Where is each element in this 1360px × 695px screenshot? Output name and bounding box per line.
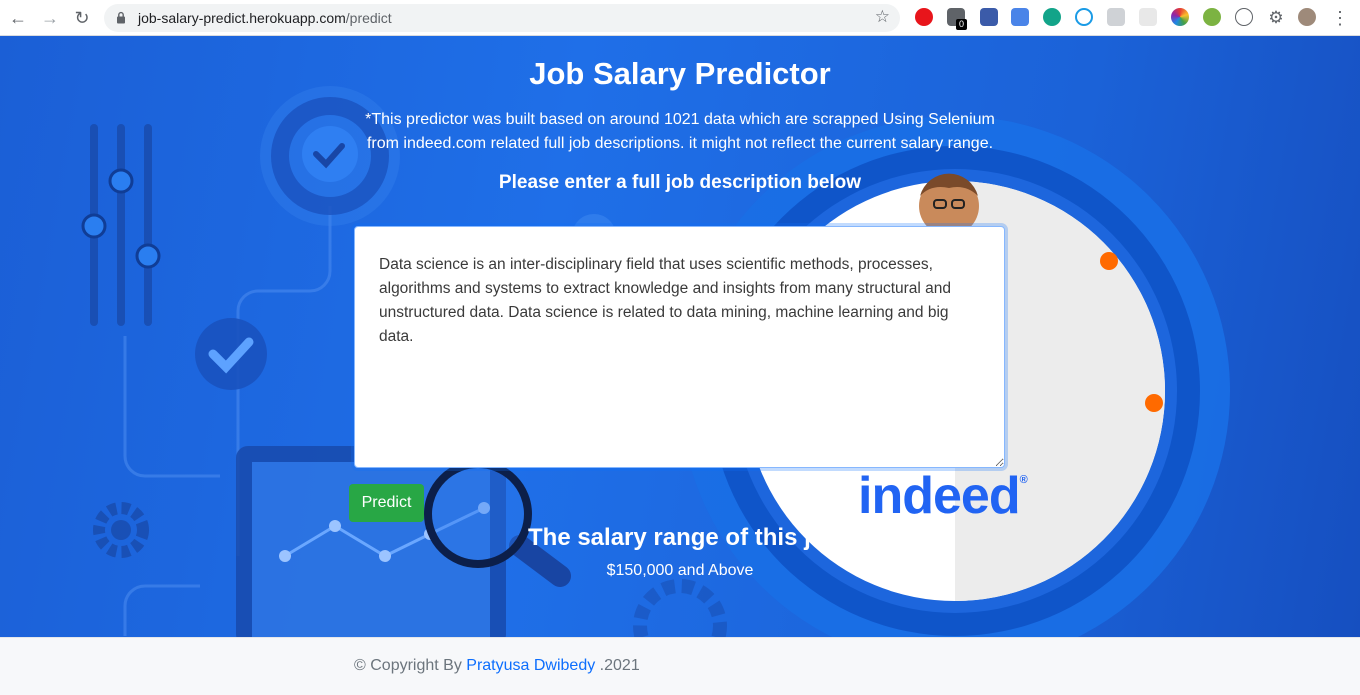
- job-description-input[interactable]: Data science is an inter-disciplinary fi…: [354, 226, 1005, 468]
- hero-section: Job Salary Predictor *This predictor was…: [0, 36, 1360, 637]
- infinity-extension-icon[interactable]: [1075, 8, 1093, 26]
- predict-button[interactable]: Predict: [349, 484, 424, 522]
- page-title: Job Salary Predictor: [529, 56, 831, 91]
- opera-extension-icon[interactable]: [915, 8, 933, 26]
- copyright-text: © Copyright By Pratyusa Dwibedy .2021: [354, 657, 640, 675]
- subtitle-line-1: *This predictor was built based on aroun…: [365, 111, 995, 128]
- author-link[interactable]: Pratyusa Dwibedy: [466, 657, 595, 674]
- puzzle-extensions-icon[interactable]: ⚙: [1264, 6, 1288, 30]
- grid-extension-icon[interactable]: [1139, 8, 1157, 26]
- footer: © Copyright By Pratyusa Dwibedy .2021: [0, 637, 1360, 695]
- subtitle-line-2: from indeed.com related full job descrip…: [366, 135, 994, 152]
- result-heading: The salary range of this j: [528, 524, 811, 551]
- indeed-logo: indeed®: [858, 466, 1028, 526]
- indeed-logo-text: indeed: [858, 467, 1021, 525]
- m-extension-icon[interactable]: [1043, 8, 1061, 26]
- salary-result: $150,000 and Above: [606, 562, 754, 579]
- url-path: /predict: [345, 10, 392, 26]
- screen-extension-icon[interactable]: [980, 8, 998, 26]
- url-host: job-salary-predict.herokuapp.com: [138, 10, 346, 26]
- back-icon[interactable]: ←: [6, 6, 30, 30]
- globe-extension-icon[interactable]: [1203, 8, 1221, 26]
- profile-avatar[interactable]: [1298, 8, 1316, 26]
- a-extension-icon[interactable]: [1107, 8, 1125, 26]
- browser-toolbar: ← → ↻ job-salary-predict.herokuapp.com/p…: [0, 0, 1360, 36]
- copyright-prefix: © Copyright By: [354, 657, 467, 674]
- input-prompt: Please enter a full job description belo…: [498, 172, 862, 193]
- menu-icon[interactable]: ⋮: [1328, 6, 1352, 30]
- address-bar[interactable]: job-salary-predict.herokuapp.com/predict…: [104, 4, 900, 32]
- translate-extension-icon[interactable]: [1011, 8, 1029, 26]
- url-text: job-salary-predict.herokuapp.com/predict: [138, 10, 392, 26]
- color-extension-icon[interactable]: [1171, 8, 1189, 26]
- lock-icon: [117, 11, 125, 24]
- bookmark-star-icon[interactable]: ☆: [875, 7, 890, 27]
- extension-badge: 0: [956, 19, 968, 30]
- indeed-registered-mark: ®: [1019, 474, 1028, 486]
- page-subtitle: *This predictor was built based on aroun…: [340, 108, 1020, 156]
- copyright-year: .2021: [595, 657, 640, 674]
- forward-icon[interactable]: →: [38, 6, 62, 30]
- h-extension-icon[interactable]: [1235, 8, 1253, 26]
- reload-icon[interactable]: ↻: [70, 6, 94, 30]
